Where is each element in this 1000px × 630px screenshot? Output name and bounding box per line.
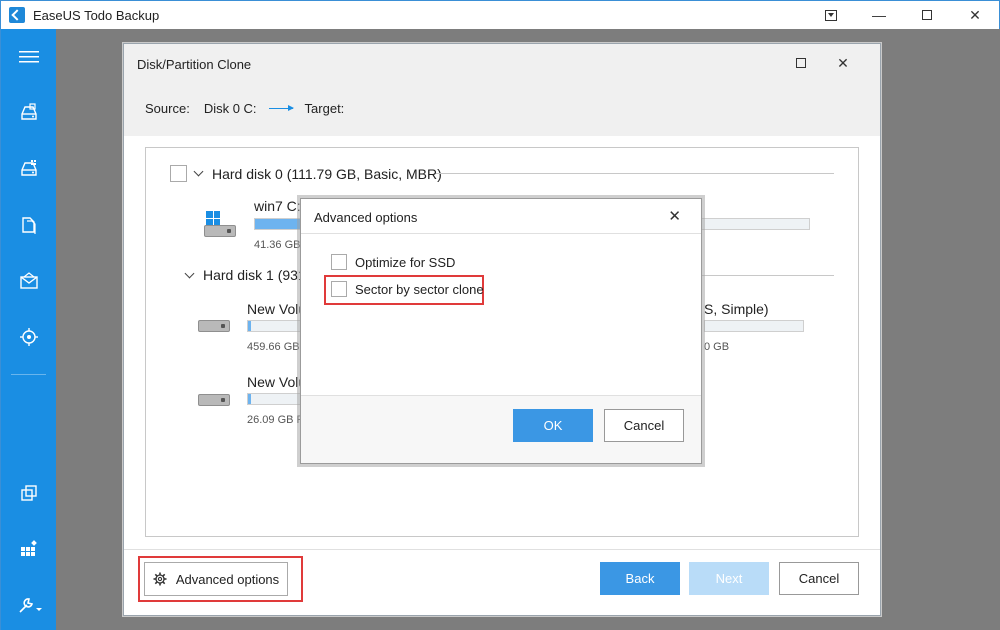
app-title: EaseUS Todo Backup: [33, 7, 160, 23]
source-value: Disk 0 C:: [203, 101, 257, 116]
advanced-header-divider: [301, 233, 701, 234]
partition-size: 0 GB: [704, 341, 730, 353]
sidebar-divider: [11, 374, 46, 375]
partition-name[interactable]: New Volu: [247, 301, 306, 317]
partition-size: 459.66 GB: [247, 341, 300, 353]
title-bar: EaseUS Todo Backup — ✕: [1, 1, 999, 29]
sidebar-item-system-backup[interactable]: [1, 149, 56, 189]
hard-disk-0-checkbox[interactable]: [170, 165, 187, 182]
advanced-options-label: Advanced options: [175, 571, 280, 587]
drive-icon: [204, 225, 236, 237]
clone-dialog-title: Disk/Partition Clone: [137, 57, 252, 72]
maximize-button[interactable]: [903, 1, 951, 29]
sector-clone-option[interactable]: Sector by sector clone: [331, 281, 484, 297]
hard-disk-0-row: Hard disk 0 (111.79 GB, Basic, MBR): [170, 165, 442, 182]
sidebar-menu-button[interactable]: [1, 37, 56, 77]
partition-size: 41.36 GB: [254, 239, 301, 251]
dropdown-box-icon: [825, 9, 837, 21]
ok-label: OK: [543, 418, 563, 433]
disk-backup-icon: [20, 103, 37, 120]
back-label: Back: [625, 571, 655, 586]
minimize-button[interactable]: —: [855, 1, 903, 29]
sidebar-item-tools[interactable]: [1, 585, 56, 625]
partition-usage-fill: [248, 321, 251, 331]
sidebar-item-apps[interactable]: [1, 529, 56, 569]
close-button[interactable]: ✕: [951, 1, 999, 29]
hard-disk-1-row: Hard disk 1 (931: [178, 267, 306, 283]
close-icon: ✕: [969, 6, 981, 23]
minimize-icon: —: [872, 7, 886, 23]
cancel-label: Cancel: [798, 571, 840, 586]
sidebar-item-clone[interactable]: [1, 473, 56, 513]
clone-maximize-button[interactable]: [790, 52, 812, 74]
advanced-dialog-title: Advanced options: [314, 210, 418, 225]
arrow-right-icon: [268, 105, 294, 111]
divider: [436, 173, 834, 174]
app-logo-icon: [9, 7, 25, 23]
maximize-icon: [922, 10, 932, 20]
advanced-cancel-button[interactable]: Cancel: [604, 409, 684, 442]
optimize-ssd-label: Optimize for SSD: [355, 254, 456, 270]
drive-icon: [198, 320, 230, 332]
system-backup-icon: [20, 160, 37, 176]
clone-dialog-header: Disk/Partition Clone ✕ Source: Disk 0 C:…: [124, 44, 880, 136]
gear-icon: [153, 572, 167, 586]
sidebar-item-disk-backup[interactable]: [1, 93, 56, 133]
windows-icon: [206, 211, 220, 225]
partition-usage-bar: [704, 320, 804, 332]
drive-icon: [198, 394, 230, 406]
partition-usage-fill: [248, 394, 251, 404]
partition-name[interactable]: win7 C:: [254, 198, 301, 214]
partition-usage-bar: [247, 320, 307, 332]
footer-divider: [124, 549, 880, 550]
menu-icon: [18, 51, 39, 63]
source-target-row: Source: Disk 0 C: Target:: [145, 101, 344, 116]
maximize-icon: [796, 58, 806, 68]
window-controls: — ✕: [807, 1, 999, 29]
optimize-ssd-checkbox[interactable]: [331, 254, 347, 270]
partition-usage-bar: [247, 393, 307, 405]
advanced-options-dialog: Advanced options ✕ Optimize for SSD Sect…: [300, 198, 702, 464]
sidebar-item-file-backup[interactable]: [1, 205, 56, 245]
sector-clone-checkbox[interactable]: [331, 281, 347, 297]
close-icon: ✕: [837, 54, 849, 71]
partition-name[interactable]: S, Simple): [704, 301, 769, 317]
divider: [701, 275, 834, 276]
advanced-close-button[interactable]: ✕: [668, 207, 681, 225]
chevron-down-icon[interactable]: [193, 166, 204, 177]
sidebar-item-mail-backup[interactable]: [1, 261, 56, 301]
advanced-cancel-label: Cancel: [623, 418, 665, 433]
file-backup-icon: [21, 217, 36, 234]
target-label: Target:: [304, 101, 345, 116]
back-button[interactable]: Back: [600, 562, 680, 595]
ok-button[interactable]: OK: [513, 409, 593, 442]
smart-backup-icon: [19, 328, 38, 346]
cancel-button[interactable]: Cancel: [779, 562, 859, 595]
sidebar-item-smart-backup[interactable]: [1, 317, 56, 357]
clone-close-button[interactable]: ✕: [832, 52, 854, 74]
partition-size: 26.09 GB F: [247, 414, 304, 426]
close-icon: ✕: [668, 208, 681, 225]
source-label: Source:: [145, 101, 190, 116]
partition-name[interactable]: New Volu: [247, 374, 306, 390]
next-label: Next: [715, 571, 743, 586]
hard-disk-1-label: Hard disk 1 (931: [203, 267, 306, 283]
clone-icon: [20, 485, 37, 501]
apps-icon: [20, 540, 37, 556]
sector-clone-label: Sector by sector clone: [355, 281, 484, 297]
mail-backup-icon: [19, 272, 38, 289]
optimize-ssd-option[interactable]: Optimize for SSD: [331, 254, 455, 270]
chevron-down-icon[interactable]: [184, 268, 195, 278]
sidebar: [1, 29, 56, 630]
hard-disk-0-label: Hard disk 0 (111.79 GB, Basic, MBR): [212, 165, 442, 182]
dropdown-button[interactable]: [807, 1, 855, 29]
advanced-options-button[interactable]: Advanced options: [144, 562, 288, 596]
tools-icon: [18, 598, 42, 613]
next-button[interactable]: Next: [689, 562, 769, 595]
